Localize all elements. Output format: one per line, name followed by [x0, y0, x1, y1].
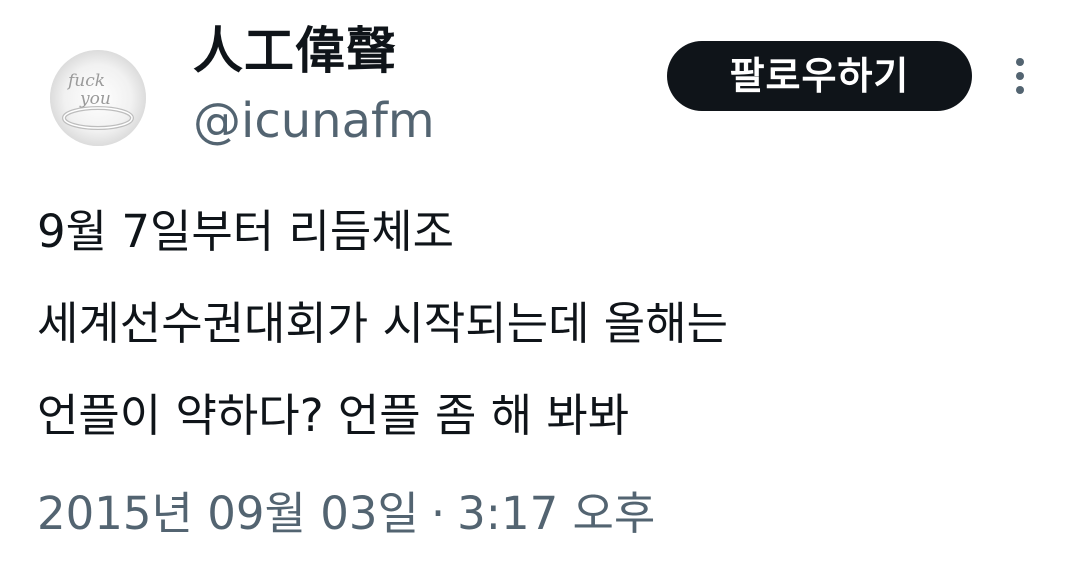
- tweet-date-link[interactable]: 2015년 09월 03일: [37, 487, 419, 540]
- more-vertical-icon[interactable]: [1000, 50, 1040, 102]
- more-dot: [1016, 72, 1024, 80]
- meta-separator: ·: [430, 487, 446, 540]
- avatar-ring-text-bottom: you: [79, 89, 111, 109]
- tweet-text: 9월 7일부터 리듬체조 세계선수권대회가 시작되는데 올해는 언플이 약하다?…: [37, 186, 1057, 462]
- avatar[interactable]: fuck you: [50, 50, 146, 146]
- follow-button[interactable]: 팔로우하기: [667, 41, 972, 111]
- avatar-ring-text-top: fuck: [66, 71, 105, 91]
- tweet-time-link[interactable]: 3:17 오후: [457, 487, 655, 540]
- display-name[interactable]: 人工偉聲: [193, 20, 397, 82]
- tweet-text-line: 세계선수권대회가 시작되는데 올해는: [37, 297, 729, 350]
- tweet-text-line: 9월 7일부터 리듬체조: [37, 205, 455, 258]
- user-handle[interactable]: @icunafm: [193, 92, 435, 150]
- tweet-card: fuck you 人工偉聲 @icunafm 팔로우하기 9월 7일부터 리듬체…: [0, 0, 1080, 576]
- ring-avatar-icon: fuck you: [50, 50, 146, 146]
- tweet-timestamp: 2015년 09월 03일 · 3:17 오후: [37, 482, 655, 546]
- more-dot: [1016, 86, 1024, 94]
- tweet-text-line: 언플이 약하다? 언플 좀 해 봐봐: [37, 389, 630, 442]
- more-dot: [1016, 58, 1024, 66]
